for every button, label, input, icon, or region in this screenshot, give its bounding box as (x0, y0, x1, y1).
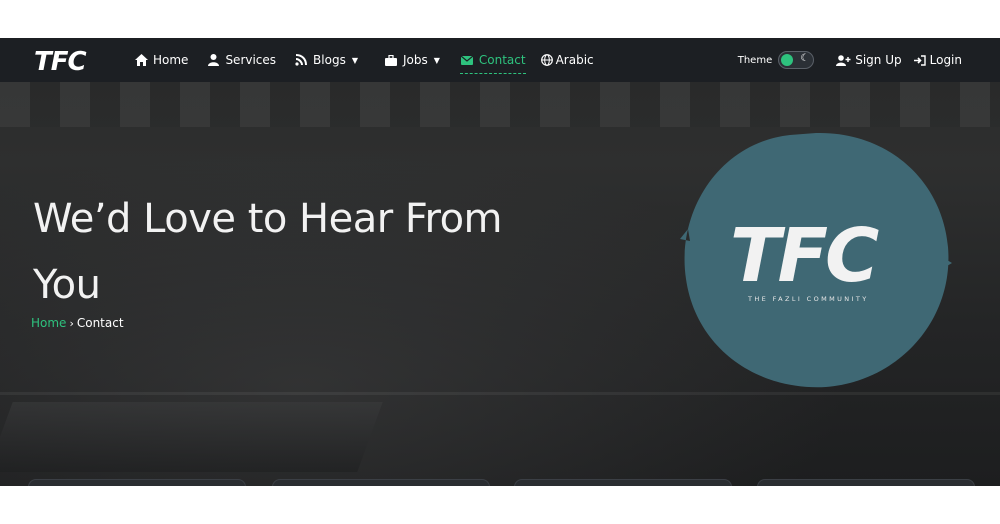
nav-item-services[interactable]: Services (206, 38, 276, 82)
breadcrumb-current: Contact (76, 316, 124, 330)
user-plus-icon (836, 54, 851, 66)
hero-banner: We’d Love to Hear From You Home › Contac… (0, 82, 1000, 486)
nav-item-label: Arabic (555, 53, 594, 67)
contact-card (757, 479, 975, 486)
navbar: TFC Home Services Blogs ▼ Jobs ▼ Contact… (0, 38, 1000, 82)
signup-link[interactable]: Sign Up (836, 53, 902, 67)
envelope-icon (460, 53, 474, 67)
nav-item-blogs[interactable]: Blogs ▼ (294, 38, 358, 82)
briefcase-icon (384, 53, 398, 67)
nav-item-label: Jobs (402, 53, 428, 67)
moon-icon: ☾ (800, 53, 810, 64)
toggle-knob (781, 54, 794, 66)
background-shelf (0, 392, 1000, 395)
nav-item-label: Services (225, 53, 277, 67)
login-label: Login (929, 53, 962, 67)
contact-card (272, 479, 490, 486)
navbar-right: Theme ☾ Sign Up Login (738, 38, 962, 82)
contact-card (514, 479, 732, 486)
blog-icon (294, 53, 308, 67)
nav-item-jobs[interactable]: Jobs ▼ (384, 38, 440, 82)
login-icon (913, 54, 926, 66)
contact-cards-row (0, 479, 1000, 486)
nav-menu: Home Services Blogs ▼ Jobs ▼ Contact Ara… (134, 38, 612, 82)
login-link[interactable]: Login (913, 53, 962, 67)
nav-item-contact[interactable]: Contact (459, 38, 526, 82)
nav-item-label: Blogs (313, 53, 346, 67)
signup-label: Sign Up (855, 53, 902, 67)
breadcrumb: Home › Contact (31, 316, 124, 330)
page-title: We’d Love to Hear From You (33, 186, 633, 318)
background-laptop (0, 402, 383, 472)
theme-label: Theme (737, 54, 773, 66)
breadcrumb-home-link[interactable]: Home (31, 316, 66, 330)
globe-icon (540, 53, 554, 67)
logo-text: TFC (730, 213, 879, 299)
user-icon (206, 53, 220, 67)
brand-logo[interactable]: TFC (34, 47, 87, 77)
theme-toggle[interactable]: ☾ (778, 51, 815, 69)
chevron-right-icon: › (69, 316, 74, 330)
chevron-down-icon: ▼ (351, 55, 358, 65)
nav-item-arabic[interactable]: Arabic (540, 38, 594, 82)
chevron-down-icon: ▼ (433, 55, 440, 65)
nav-item-label: Home (153, 53, 189, 67)
logo-tagline: THE FAZLI COMMUNITY (747, 295, 869, 303)
page-frame: TFC Home Services Blogs ▼ Jobs ▼ Contact… (0, 38, 1000, 486)
nav-item-home[interactable]: Home (134, 38, 188, 82)
title-line-1: We’d Love to Hear From (33, 196, 503, 242)
home-icon (134, 53, 148, 67)
title-line-2: You (33, 262, 101, 308)
background-blinds (0, 82, 1000, 127)
nav-item-label: Contact (478, 53, 526, 67)
tfc-logo: TFC THE FAZLI COMMUNITY (680, 132, 952, 388)
contact-card (28, 479, 246, 486)
